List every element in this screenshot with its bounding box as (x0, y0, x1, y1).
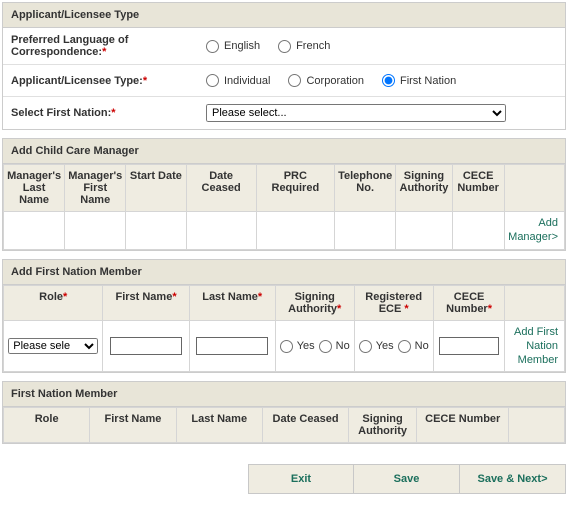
select-first-nation-label: Select First Nation:* (3, 101, 198, 125)
col-actions (505, 285, 565, 320)
save-button[interactable]: Save (354, 464, 460, 494)
col-actions (504, 165, 564, 212)
col-last-name: Last Name* (189, 285, 275, 320)
last-name-input[interactable] (196, 337, 268, 355)
fn-member-table: Role First Name Last Name Date Ceased Si… (3, 407, 565, 443)
radio-french[interactable]: French (278, 40, 330, 53)
col-first-name: First Name (90, 408, 176, 443)
applicant-type-section: Applicant/Licensee Type Preferred Langua… (2, 2, 566, 130)
signing-no-radio[interactable] (319, 340, 332, 353)
col-last-name: Last Name (176, 408, 262, 443)
manager-table: Manager's Last Name Manager's First Name… (3, 164, 565, 250)
col-cece: CECE Number* (433, 285, 505, 320)
table-row: Please sele Yes No Yes No (4, 320, 565, 372)
col-start-date: Start Date (126, 165, 186, 212)
col-date-ceased: Date Ceased (186, 165, 256, 212)
radio-english-input[interactable] (206, 40, 219, 53)
add-fn-member-section: Add First Nation Member Role* First Name… (2, 259, 566, 374)
radio-first-nation[interactable]: First Nation (382, 74, 456, 87)
col-cece: CECE Number (417, 408, 509, 443)
fn-member-section: First Nation Member Role First Name Last… (2, 381, 566, 444)
exit-button[interactable]: Exit (248, 464, 354, 494)
add-fn-member-link[interactable]: Add First Nation Member (514, 326, 558, 367)
regece-yes-radio[interactable] (359, 340, 372, 353)
section-header: Add First Nation Member (3, 260, 565, 285)
col-cece: CECE Number (452, 165, 504, 212)
radio-first-nation-input[interactable] (382, 74, 395, 87)
col-first-name: Manager's First Name (65, 165, 126, 212)
col-role: Role (4, 408, 90, 443)
add-manager-section: Add Child Care Manager Manager's Last Na… (2, 138, 566, 251)
radio-corporation[interactable]: Corporation (288, 74, 363, 87)
col-role: Role* (4, 285, 103, 320)
col-signing: Signing Authority (349, 408, 417, 443)
role-select[interactable]: Please sele (8, 338, 98, 354)
regece-no-radio[interactable] (398, 340, 411, 353)
col-reg-ece: Registered ECE * (354, 285, 433, 320)
add-manager-link[interactable]: Add Manager> (508, 217, 558, 243)
applicant-type-label: Applicant/Licensee Type:* (3, 69, 198, 93)
signing-yes-radio[interactable] (280, 340, 293, 353)
fn-member-add-table: Role* First Name* Last Name* Signing Aut… (3, 285, 565, 373)
col-first-name: First Name* (103, 285, 189, 320)
col-signing: Signing Authority* (275, 285, 354, 320)
col-telephone: Telephone No. (334, 165, 395, 212)
radio-english[interactable]: English (206, 40, 260, 53)
col-actions (509, 408, 565, 443)
first-nation-select[interactable]: Please select... (206, 104, 506, 122)
section-header: Add Child Care Manager (3, 139, 565, 164)
language-row: Preferred Language of Correspondence:* E… (3, 28, 565, 65)
col-signing: Signing Authority (396, 165, 452, 212)
cece-input[interactable] (439, 337, 499, 355)
radio-french-input[interactable] (278, 40, 291, 53)
radio-corporation-input[interactable] (288, 74, 301, 87)
radio-individual-input[interactable] (206, 74, 219, 87)
select-first-nation-row: Select First Nation:* Please select... (3, 97, 565, 129)
applicant-type-row: Applicant/Licensee Type:* Individual Cor… (3, 65, 565, 97)
col-prc: PRC Required (256, 165, 334, 212)
language-label: Preferred Language of Correspondence:* (3, 28, 198, 64)
col-date-ceased: Date Ceased (262, 408, 348, 443)
first-name-input[interactable] (110, 337, 182, 355)
button-bar: Exit Save Save & Next> (2, 464, 566, 494)
table-row: Add Manager> (4, 212, 565, 250)
save-next-button[interactable]: Save & Next> (460, 464, 566, 494)
section-header: Applicant/Licensee Type (3, 3, 565, 28)
col-last-name: Manager's Last Name (4, 165, 65, 212)
radio-individual[interactable]: Individual (206, 74, 270, 87)
section-header: First Nation Member (3, 382, 565, 407)
